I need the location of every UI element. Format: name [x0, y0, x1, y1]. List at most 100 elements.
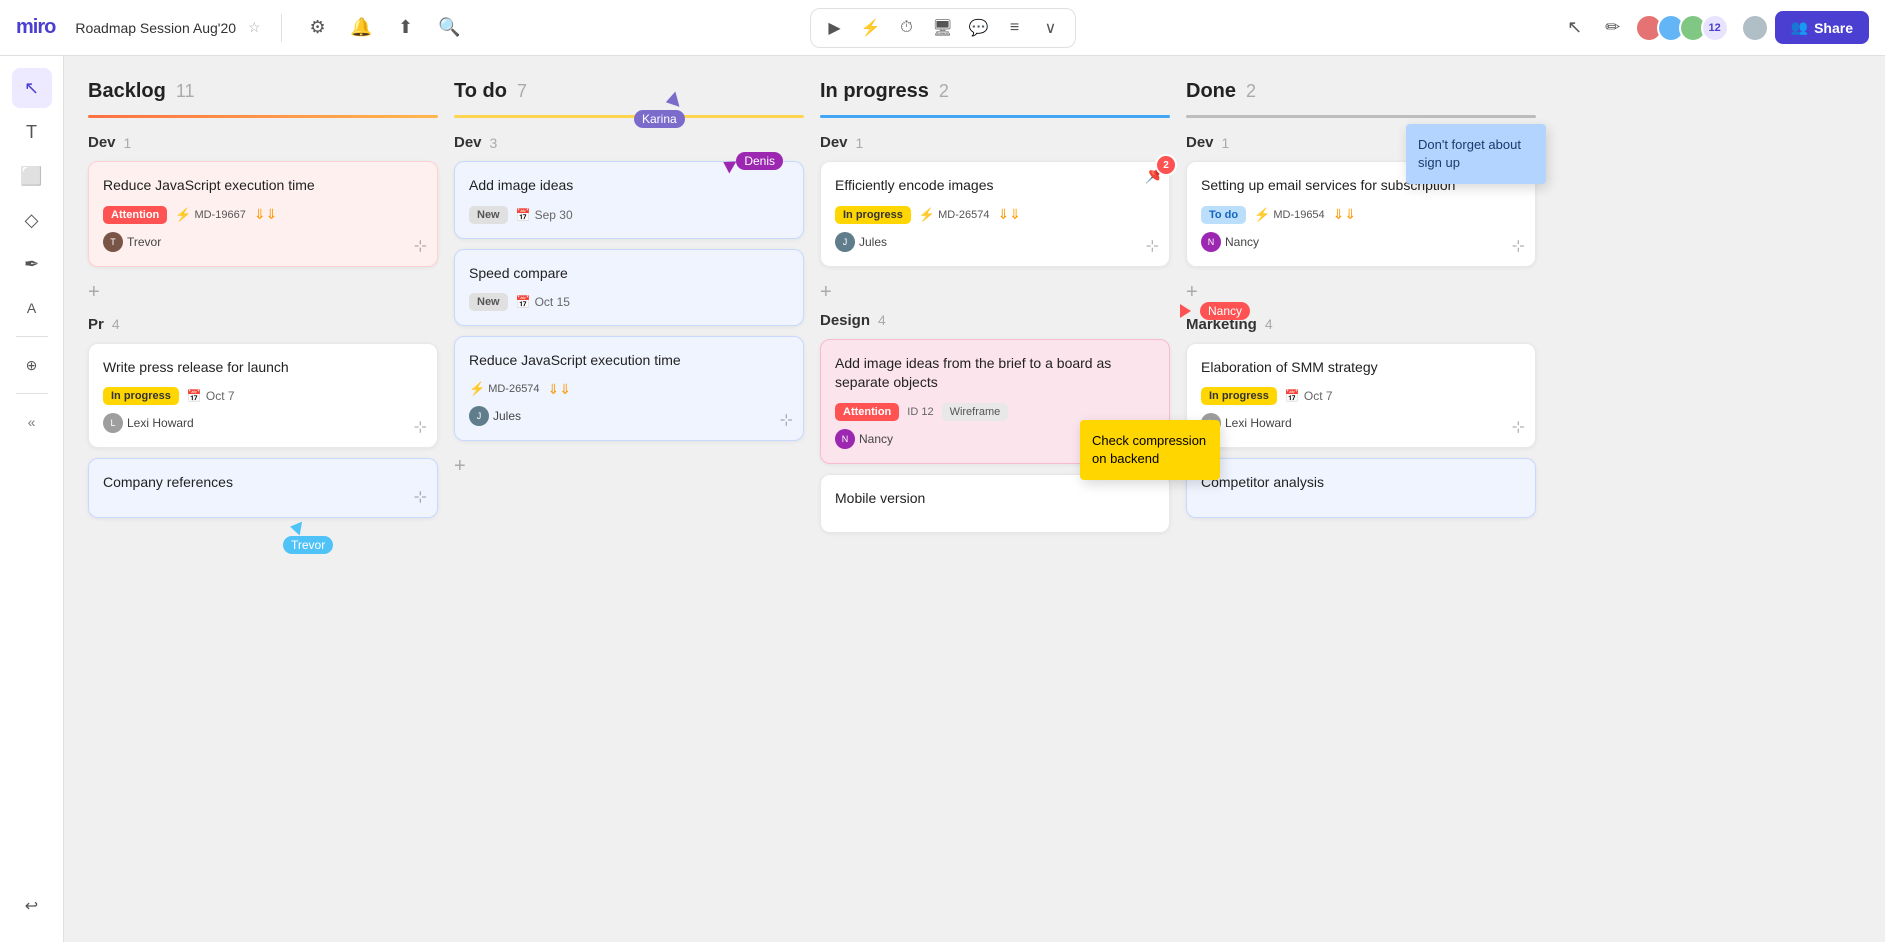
cursor-tool[interactable]: ↖	[12, 68, 52, 108]
column-done: Done 2 Don't forget about sign up Dev 1 …	[1186, 80, 1536, 680]
column-inprogress: In progress 2 Dev 1 2 📌 Efficiently enco…	[820, 80, 1170, 680]
inprogress-design-title: Design	[820, 312, 870, 329]
wireframe-badge: Wireframe	[942, 403, 1009, 421]
card-footer: In progress ⚡ MD-26574 ⇓⇓	[835, 206, 1155, 224]
card-mobile-version: Mobile version	[820, 474, 1170, 534]
frame-tool[interactable]: ⬜	[12, 156, 52, 196]
backlog-pr-count: 4	[112, 316, 120, 332]
priority-icon: ⇓⇓	[1333, 206, 1356, 223]
avatar-stack: 12	[1635, 14, 1729, 42]
card-footer: New 📅 Oct 15	[469, 293, 789, 311]
screen-icon[interactable]: 🖥	[927, 12, 959, 44]
nancy-avatar: N	[835, 429, 855, 449]
trevor-cursor: Trevor	[283, 520, 333, 554]
todo-badge: To do	[1201, 206, 1246, 224]
user-chip: L Lexi Howard	[103, 413, 423, 433]
trevor-avatar: T	[103, 232, 123, 252]
expand-icon[interactable]: ∨	[1035, 12, 1067, 44]
card-footer: Attention ID 12 Wireframe	[835, 403, 1155, 421]
crop-tool[interactable]: ⊕	[12, 345, 52, 385]
done-marketing-count: 4	[1265, 316, 1273, 332]
inprogress-badge: In progress	[835, 206, 911, 224]
drag-icon: ⊹	[1512, 417, 1525, 437]
settings-icon[interactable]: ⚙	[302, 12, 334, 44]
search-icon[interactable]: 🔍	[434, 12, 466, 44]
center-toolbar: ▶ ⚡ ⏱ 🖥 💬 ≡ ∨	[810, 8, 1076, 48]
notifications-icon[interactable]: 🔔	[346, 12, 378, 44]
card-reduce-js-todo: Reduce JavaScript execution time ⚡ MD-26…	[454, 336, 804, 441]
export-icon[interactable]: ⬆	[390, 12, 422, 44]
done-dev-title: Dev	[1186, 134, 1214, 151]
card-title: Elaboration of SMM strategy	[1201, 358, 1521, 378]
timer-icon[interactable]: ⏱	[891, 12, 923, 44]
date-badge: 📅 Oct 7	[187, 389, 235, 403]
text2-tool[interactable]: A	[12, 288, 52, 328]
user-chip: J Jules	[469, 406, 789, 426]
pen-tool[interactable]: ✒	[12, 244, 52, 284]
user-chip: J Jules	[835, 232, 1155, 252]
add-card-todo[interactable]: +	[454, 451, 804, 482]
new-badge: New	[469, 293, 508, 311]
todo-divider	[454, 115, 804, 118]
done-divider	[1186, 115, 1536, 118]
denis-cursor: Denis	[716, 152, 783, 170]
toolbar-divider	[281, 14, 282, 42]
date-badge: 📅 Oct 7	[1285, 389, 1333, 403]
done-marketing-title: Marketing	[1186, 316, 1257, 333]
priority-icon: ⇓⇓	[997, 206, 1020, 223]
drag-icon: ⊹	[414, 236, 427, 256]
user-chip: T Trevor	[103, 232, 423, 252]
board: Backlog 11 Dev 1 Reduce JavaScript execu…	[88, 80, 1861, 680]
card-footer: In progress 📅 Oct 7	[103, 387, 423, 405]
card-footer: New 📅 Sep 30	[469, 206, 789, 224]
todo-dev-header: Dev 3	[454, 134, 804, 151]
sidebar-sep	[16, 336, 48, 337]
card-title: Efficiently encode images	[835, 176, 1155, 196]
backlog-pr-title: Pr	[88, 316, 104, 333]
canvas: Karina Backlog 11 Dev 1 Reduce JavaScrip…	[64, 56, 1885, 942]
add-card-dev-inprogress[interactable]: +	[820, 277, 1170, 308]
backlog-dev-title: Dev	[88, 134, 116, 151]
card-footer: To do ⚡ MD-19654 ⇓⇓	[1201, 206, 1521, 224]
shapes-tool[interactable]: ◇	[12, 200, 52, 240]
backlog-header: Backlog 11	[88, 80, 438, 103]
logo: miro	[16, 16, 55, 39]
add-card-done-dev[interactable]: +	[1186, 277, 1536, 308]
attention-badge: Attention	[835, 403, 899, 421]
inprogress-header: In progress 2	[820, 80, 1170, 103]
notif-badge: 2	[1155, 154, 1177, 176]
column-todo: To do 7 Dev 3 Add image ideas New 📅 Sep …	[454, 80, 804, 680]
select-icon[interactable]: ↖	[1559, 12, 1591, 44]
card-title: Reduce JavaScript execution time	[103, 176, 423, 196]
md-badge: ⚡ MD-26574	[919, 207, 990, 223]
sidebar-sep2	[16, 393, 48, 394]
text-tool[interactable]: T	[12, 112, 52, 152]
todo-dev-title: Dev	[454, 134, 482, 151]
undo-tool[interactable]: ↩	[12, 886, 52, 926]
expand-tools[interactable]: «	[12, 402, 52, 442]
video-icon[interactable]: 💬	[963, 12, 995, 44]
md-badge: ⚡ MD-26574	[469, 381, 540, 397]
list-icon[interactable]: ≡	[999, 12, 1031, 44]
done-title: Done	[1186, 80, 1236, 103]
inprogress-divider	[820, 115, 1170, 118]
inprogress-title: In progress	[820, 80, 929, 103]
backlog-count: 11	[176, 81, 195, 102]
markup-icon[interactable]: ✏	[1597, 12, 1629, 44]
done-marketing-header: Marketing 4	[1186, 316, 1536, 333]
sticky-dont-forget: Don't forget about sign up	[1406, 124, 1546, 184]
card-speed-compare: Speed compare New 📅 Oct 15	[454, 249, 804, 327]
inprogress-count: 2	[939, 81, 949, 102]
star-icon[interactable]: ☆	[248, 19, 261, 36]
lightning-icon[interactable]: ⚡	[855, 12, 887, 44]
priority-icon: ⇓⇓	[254, 206, 277, 223]
add-card-dev[interactable]: +	[88, 277, 438, 308]
user-chip: N Nancy	[1201, 232, 1521, 252]
share-button[interactable]: 👥 Share	[1775, 11, 1869, 44]
card-reduce-js: Reduce JavaScript execution time Attenti…	[88, 161, 438, 267]
todo-count: 7	[517, 81, 527, 102]
inprogress-design-header: Design 4 Nancy	[820, 312, 1170, 329]
drag-icon: ⊹	[1146, 236, 1159, 256]
inprogress-dev-header: Dev 1	[820, 134, 1170, 151]
play-icon[interactable]: ▶	[819, 12, 851, 44]
